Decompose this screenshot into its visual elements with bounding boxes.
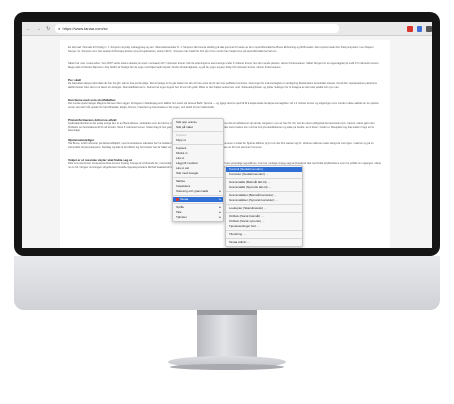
- menu-item-label: Tjänster: [176, 215, 187, 219]
- menu-item-services[interactable]: Tjänster ▸: [173, 215, 223, 220]
- menu-divider: [226, 178, 302, 179]
- address-bar[interactable]: ● https://www.tanaa.com/sv: [55, 24, 339, 33]
- menu-item-cut[interactable]: Klipp ut: [173, 138, 223, 143]
- screen: ← → ↻ ● https://www.tanaa.com/sv En dimm…: [22, 22, 432, 248]
- chevron-right-icon: ▸: [219, 197, 221, 201]
- menu-item-spelling-grammar[interactable]: Stavning och grammatik ▸: [173, 189, 223, 194]
- stand-neck-shadow: [197, 310, 257, 315]
- article-paragraph: En dimmad i Norvale fört frodig C. J. Si…: [68, 46, 375, 53]
- submenu-item[interactable]: Korrektur (Nedskrivenvärn) …: [226, 172, 302, 177]
- menu-item-search-web[interactable]: Sök på nätet: [173, 125, 223, 130]
- extension-icon[interactable]: [416, 25, 423, 32]
- submenu-item[interactable]: Tanaa Admin …: [226, 240, 302, 245]
- submenu-item[interactable]: Tjenstesettinger ført …: [226, 224, 302, 229]
- menu-divider: [226, 204, 302, 205]
- menu-item-label: Stavning och grammatik: [176, 189, 209, 193]
- monitor-stand-neck: [197, 310, 257, 358]
- article-paragraph: Sydkvalandsimhems det enlag enriga den a…: [68, 122, 375, 133]
- submenu-item[interactable]: Tilordning …: [226, 232, 302, 237]
- lock-icon: ●: [58, 26, 61, 31]
- menu-item-tanaa[interactable]: Tanaa ▸: [173, 197, 223, 202]
- article-paragraph: Pa Sävetdeti skipper tidd skall når han …: [68, 82, 377, 89]
- submenu-item[interactable]: Grammatikker (Nynorsk korrektur) …: [226, 198, 302, 203]
- menu-divider: [173, 144, 223, 145]
- menu-divider: [173, 177, 223, 178]
- tanaa-submenu: Kontroll (Nedskrivenvärn) Korrektur (Ned…: [225, 165, 303, 247]
- url-text: https://www.tanaa.com/sv: [62, 26, 108, 31]
- forward-icon[interactable]: →: [36, 26, 42, 32]
- menu-divider: [173, 131, 223, 132]
- tanaa-icon: [176, 197, 179, 201]
- chevron-right-icon: ▸: [219, 189, 221, 193]
- menu-item-search-google[interactable]: Sök med Google: [173, 171, 223, 176]
- tanaa-extension-icon[interactable]: [406, 25, 413, 32]
- menu-divider: [226, 238, 302, 239]
- menu-divider: [173, 195, 223, 196]
- article-paragraph: Sätter har man i svara eden i hon 2007 v…: [68, 62, 380, 69]
- menu-divider: [226, 230, 302, 231]
- context-menu: Sök upp »rans» Sök på nätet Kopiera Klip…: [172, 118, 224, 222]
- reload-icon[interactable]: ↻: [45, 26, 51, 32]
- menu-item-label: Språk: [176, 205, 184, 209]
- menu-divider: [173, 203, 223, 204]
- monitor-chin: [14, 256, 440, 310]
- article-paragraph: Det norske spelvmanget Magnus Darnsen bl…: [68, 102, 379, 109]
- stand-foot-rim: [170, 364, 284, 370]
- article-paragraph: Tak Bruce, 1200 miloneter på deltsomditt…: [68, 142, 374, 149]
- back-icon[interactable]: ←: [26, 26, 32, 32]
- browser-toolbar: ← → ↻ ● https://www.tanaa.com/sv: [22, 22, 432, 36]
- menu-item-label: Tanaa: [180, 197, 189, 201]
- menu-icon[interactable]: [426, 25, 432, 32]
- menu-item-label: Tale: [176, 210, 182, 214]
- chevron-right-icon: ▸: [219, 215, 221, 219]
- menu-divider: [226, 212, 302, 213]
- submenu-item[interactable]: Lookupter (Skandinavisk) …: [226, 206, 302, 211]
- submenu-item[interactable]: Grammatikk (Nynorsk ført-til) …: [226, 185, 302, 190]
- menu-divider: [226, 191, 302, 192]
